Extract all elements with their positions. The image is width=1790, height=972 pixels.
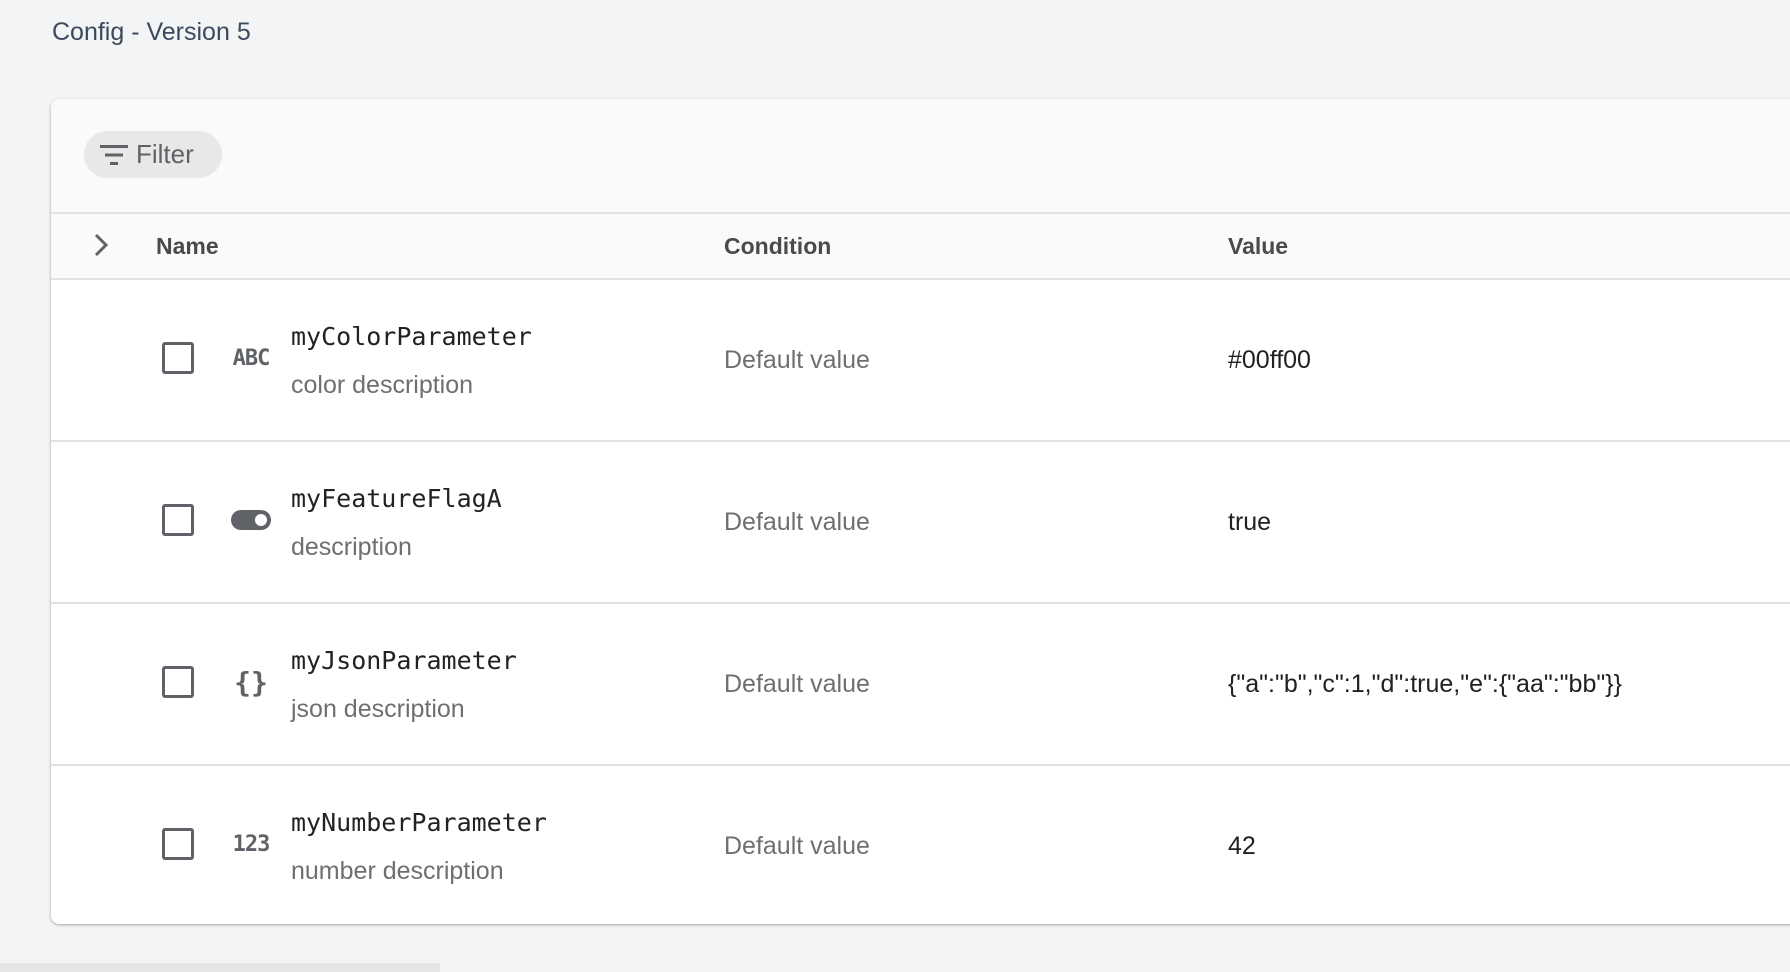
parameter-name: myNumberParameter: [291, 808, 547, 837]
parameter-description: description: [291, 533, 412, 561]
column-header-name[interactable]: Name: [156, 233, 219, 260]
column-header-condition[interactable]: Condition: [724, 233, 831, 260]
parameter-description: json description: [291, 695, 465, 723]
parameters-card: Filter Name Condition Value ABC myColorP…: [51, 99, 1790, 924]
parameter-name: myFeatureFlagA: [291, 484, 502, 513]
filter-list-icon: [100, 144, 128, 165]
row-checkbox[interactable]: [162, 342, 194, 374]
parameter-condition: Default value: [724, 508, 870, 536]
parameter-value: #00ff00: [1228, 346, 1311, 374]
table-row[interactable]: myFeatureFlagA description Default value…: [51, 442, 1790, 604]
horizontal-scrollbar[interactable]: [0, 963, 440, 972]
table-header: Name Condition Value: [51, 214, 1790, 280]
parameter-value: true: [1228, 508, 1272, 536]
table-row[interactable]: 123 myNumberParameter number description…: [51, 766, 1790, 924]
json-icon: {}: [234, 665, 268, 699]
parameter-value: 42: [1228, 832, 1256, 860]
boolean-toggle-icon: [228, 500, 274, 540]
parameter-condition: Default value: [724, 346, 870, 374]
parameter-description: color description: [291, 371, 474, 399]
expand-all-chevron-icon[interactable]: [93, 232, 109, 264]
parameter-description: number description: [291, 857, 504, 885]
string-icon: ABC: [232, 345, 271, 371]
row-checkbox[interactable]: [162, 828, 194, 860]
parameter-condition: Default value: [724, 670, 870, 698]
number-icon: 123: [232, 831, 271, 857]
column-header-value[interactable]: Value: [1228, 233, 1288, 260]
parameter-value: {"a":"b","c":1,"d":true,"e":{"aa":"bb"}}: [1228, 670, 1622, 698]
parameter-condition: Default value: [724, 832, 870, 860]
filter-button[interactable]: Filter: [84, 131, 222, 178]
filter-label: Filter: [136, 139, 194, 169]
row-checkbox[interactable]: [162, 666, 194, 698]
table-row[interactable]: {} myJsonParameter json description Defa…: [51, 604, 1790, 766]
row-checkbox[interactable]: [162, 504, 194, 536]
table-row[interactable]: ABC myColorParameter color description D…: [51, 280, 1790, 442]
table-toolbar: Filter: [51, 99, 1790, 214]
parameter-name: myColorParameter: [291, 322, 532, 351]
page-title: Config - Version 5: [52, 18, 251, 46]
parameter-name: myJsonParameter: [291, 646, 517, 675]
